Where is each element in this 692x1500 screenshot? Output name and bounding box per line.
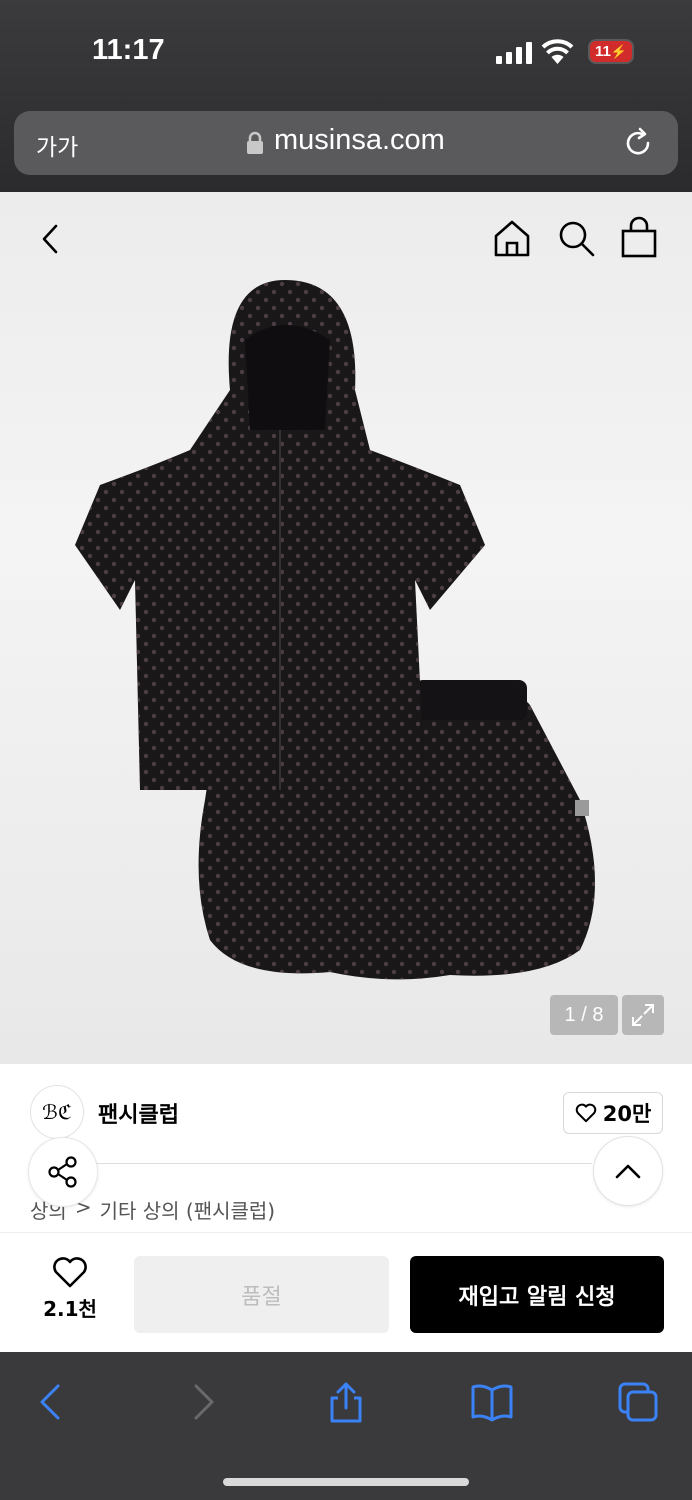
- brand-like-button[interactable]: 20만: [563, 1092, 663, 1134]
- lock-icon: [247, 131, 263, 154]
- battery-level: 11: [594, 43, 611, 60]
- brand-like-count: 20만: [602, 1102, 652, 1126]
- restock-alert-button[interactable]: 재입고 알림 신청: [410, 1256, 664, 1333]
- purchase-bar: 2.1천 품절 재입고 알림 신청: [0, 1232, 692, 1352]
- soldout-button: 품절: [134, 1256, 389, 1333]
- brand-logo-text: ℬℭ: [42, 1100, 72, 1124]
- back-nav-icon[interactable]: [30, 1380, 74, 1424]
- share-icon: [48, 1156, 77, 1188]
- image-counter: 1 / 8: [550, 995, 618, 1035]
- reload-icon[interactable]: [620, 125, 656, 161]
- shopping-bag-icon[interactable]: [620, 216, 658, 258]
- brand-name[interactable]: 팬시클럽: [98, 1097, 179, 1129]
- status-time: 11:17: [92, 34, 165, 66]
- url-text[interactable]: musinsa.com: [274, 124, 445, 157]
- product-image: [75, 280, 596, 980]
- tabs-icon[interactable]: [616, 1380, 660, 1424]
- battery-icon: 11 ⚡: [588, 39, 634, 64]
- search-icon[interactable]: [556, 218, 596, 258]
- fullscreen-button[interactable]: [622, 995, 664, 1035]
- share-button[interactable]: [28, 1137, 98, 1207]
- text-size-button[interactable]: 가가: [36, 128, 78, 162]
- divider: [92, 1163, 592, 1164]
- brand-logo[interactable]: ℬℭ: [30, 1085, 84, 1139]
- breadcrumb-subcategory[interactable]: 기타 상의 (팬시클럽): [100, 1195, 276, 1224]
- heart-icon: [53, 1257, 87, 1288]
- browser-top-chrome: 11:17 11 ⚡ 가가 musinsa.com: [0, 0, 692, 192]
- cellular-signal-icon: [496, 42, 532, 64]
- scroll-top-button[interactable]: [593, 1136, 663, 1206]
- share-sheet-icon[interactable]: [324, 1380, 368, 1424]
- wishlist-button[interactable]: 2.1천: [30, 1257, 110, 1327]
- chevron-up-icon: [615, 1164, 641, 1179]
- wifi-icon: [541, 39, 574, 64]
- home-icon[interactable]: [492, 218, 532, 258]
- heart-icon: [575, 1103, 596, 1123]
- expand-icon: [632, 1004, 654, 1026]
- forward-nav-icon[interactable]: [180, 1380, 224, 1424]
- wishlist-count: 2.1천: [43, 1297, 97, 1321]
- back-icon[interactable]: [34, 220, 66, 258]
- home-indicator: [223, 1478, 469, 1486]
- bookmarks-icon[interactable]: [470, 1380, 514, 1424]
- product-image-gallery[interactable]: 1 / 8: [0, 192, 692, 1064]
- address-bar[interactable]: 가가 musinsa.com: [14, 111, 678, 175]
